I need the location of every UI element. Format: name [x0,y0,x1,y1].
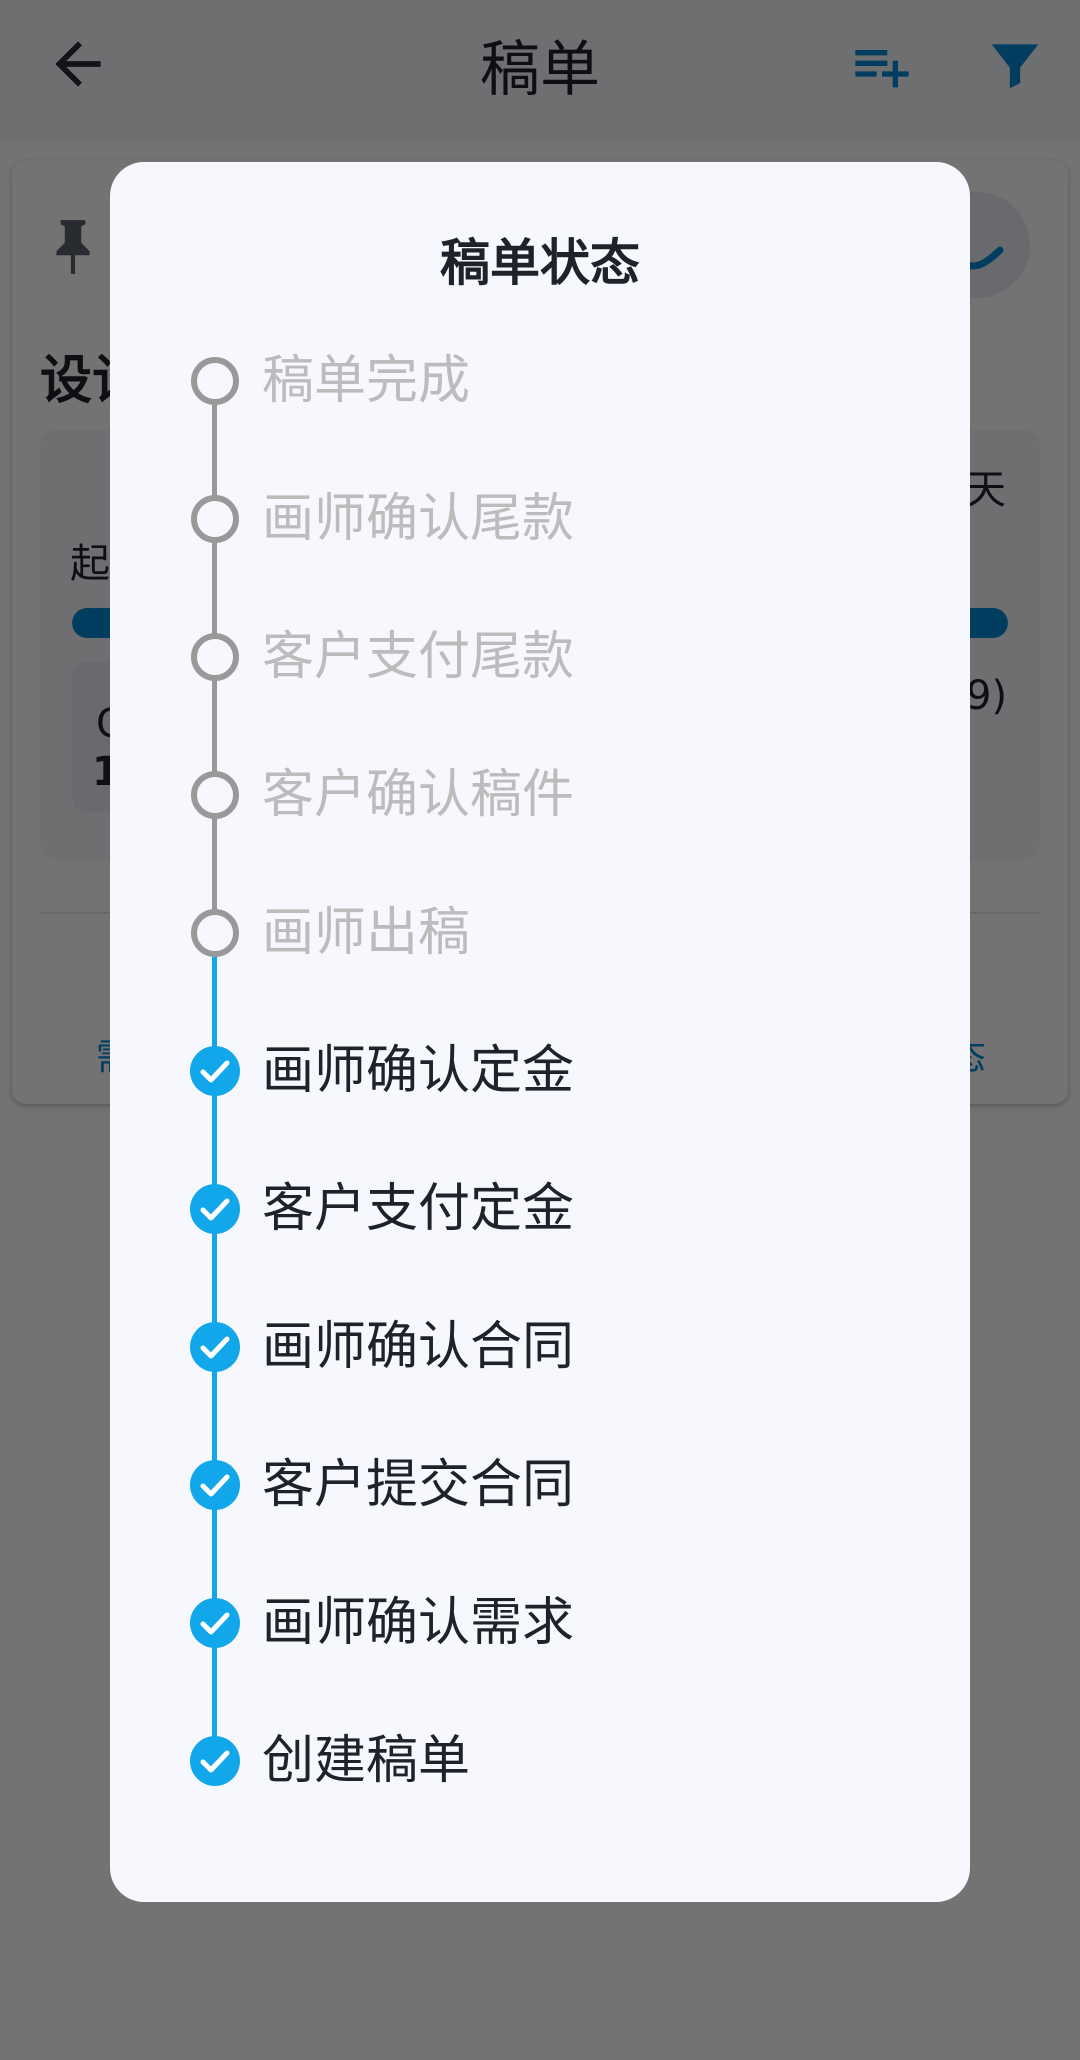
check-circle-icon [190,1322,240,1372]
check-circle-icon [190,1184,240,1234]
timeline-step-label: 客户支付定金 [262,1179,575,1239]
timeline-step-label: 客户提交合同 [262,1455,575,1515]
timeline-step: 客户支付定金 [110,1140,970,1278]
check-circle-icon [190,1736,240,1786]
empty-circle-icon [191,633,239,681]
timeline-step-label: 画师确认合同 [262,1317,575,1377]
timeline-step: 画师确认合同 [110,1278,970,1416]
empty-circle-icon [191,771,239,819]
check-circle-icon [190,1460,240,1510]
timeline-step: 客户支付尾款 [110,588,970,726]
timeline-step-label: 客户支付尾款 [262,627,575,687]
empty-circle-icon [191,357,239,405]
timeline-step-label: 创建稿单 [262,1731,471,1791]
timeline-step: 稿单完成 [110,312,970,450]
timeline-step: 画师出稿 [110,864,970,1002]
order-status-dialog: 稿单状态 稿单完成画师确认尾款 客户支付尾款 客户确认稿件 画师出稿画师确认定金 客户支… [110,162,970,1902]
timeline-step-label: 画师出稿 [262,903,471,963]
timeline-step: 创建稿单 [110,1692,970,1830]
timeline-step: 客户提交合同 [110,1416,970,1554]
check-circle-icon [190,1046,240,1096]
timeline-step: 画师确认定金 [110,1002,970,1140]
timeline-step-label: 画师确认定金 [262,1041,575,1101]
timeline-step-label: 画师确认需求 [262,1593,575,1653]
empty-circle-icon [191,495,239,543]
check-circle-icon [190,1598,240,1648]
timeline-step: 客户确认稿件 [110,726,970,864]
timeline-step-label: 画师确认尾款 [262,489,575,549]
empty-circle-icon [191,909,239,957]
dialog-title: 稿单状态 [440,234,640,292]
timeline-step-label: 稿单完成 [262,351,471,411]
timeline-step: 画师确认需求 [110,1554,970,1692]
timeline-step-label: 客户确认稿件 [262,765,575,825]
timeline-step: 画师确认尾款 [110,450,970,588]
